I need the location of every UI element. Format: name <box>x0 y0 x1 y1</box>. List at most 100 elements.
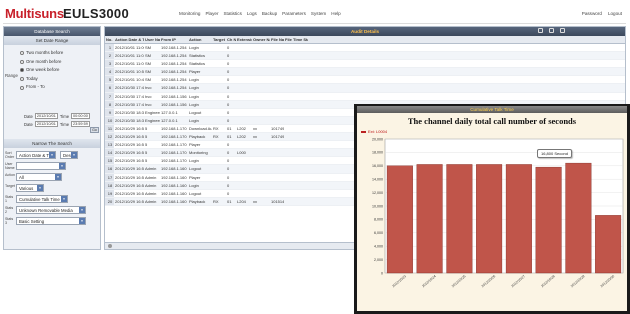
table-cell: 0 <box>227 109 230 115</box>
table-cell <box>236 117 252 124</box>
to-date-input[interactable]: 2012/10/01 <box>34 121 58 127</box>
radio-button[interactable] <box>20 85 24 90</box>
table-cell <box>284 101 308 108</box>
column-header[interactable]: User Name <box>144 36 160 43</box>
table-cell <box>212 141 226 148</box>
filter-list: Sort Order Action Date & Time ▾ Desc ▾ User N… <box>4 148 100 228</box>
filter-select[interactable]: All ▾ <box>16 173 62 181</box>
column-header[interactable]: Ch No. <box>226 36 236 43</box>
table-cell <box>252 76 270 83</box>
filter-select[interactable]: Cumulative Talk Time ▾ <box>16 195 68 203</box>
chevron-down-icon[interactable]: ▾ <box>59 163 65 169</box>
chevron-down-icon[interactable]: ▾ <box>55 174 61 180</box>
range-option[interactable]: Today <box>20 75 63 84</box>
nav-item-statistics[interactable]: Statistics <box>223 11 241 16</box>
table-cell: Player <box>189 69 201 75</box>
chevron-down-icon[interactable]: ▾ <box>79 218 85 224</box>
nav-item-system[interactable]: System <box>311 11 326 16</box>
chart-title: The channel daily total call number of s… <box>407 116 577 126</box>
chevron-down-icon[interactable]: ▾ <box>71 152 77 158</box>
x-tick-label: 2012/10/26 <box>481 274 497 288</box>
y-tick-label: 0 <box>381 271 383 275</box>
sort-direction-select[interactable]: Desc ▾ <box>60 151 78 159</box>
range-option[interactable]: One month before <box>20 58 63 67</box>
from-date-input[interactable]: 2012/10/01 <box>34 113 58 119</box>
nav-item-parameters[interactable]: Parameters <box>282 11 306 16</box>
scroll-handle[interactable] <box>108 244 112 248</box>
table-cell: 192.168.1.170 <box>161 134 187 140</box>
table-cell: Login <box>189 182 199 188</box>
x-tick-label: 2012/10/25 <box>451 274 467 288</box>
filter-select[interactable]: Action Date & Time ▾ <box>16 151 56 159</box>
table-cell <box>212 84 226 91</box>
print-icon[interactable] <box>560 28 565 33</box>
table-cell <box>252 165 270 172</box>
chevron-down-icon[interactable]: ▾ <box>79 207 85 213</box>
table-cell <box>236 157 252 164</box>
column-header[interactable]: Owner Name <box>252 36 270 43</box>
table-cell: RX <box>213 125 219 131</box>
table-cell: 2012/10/01 10:58:38 <box>115 69 144 75</box>
table-cell <box>270 109 284 116</box>
table-cell: RX <box>213 134 219 140</box>
table-cell: 10 <box>105 116 114 124</box>
range-option[interactable]: Two months before <box>20 49 63 58</box>
column-header[interactable]: Action Date & Time <box>114 36 144 43</box>
table-cell <box>236 60 252 67</box>
x-tick-label: 2012/10/29 <box>570 274 586 288</box>
table-cell: L202 <box>237 125 246 131</box>
table-row[interactable]: 12012/10/01 11:00:36SM 192.168.1.254Login… <box>105 44 625 53</box>
range-option[interactable]: From - To <box>20 83 63 92</box>
filter-select[interactable]: Various ▾ <box>16 184 44 192</box>
radio-button[interactable] <box>20 59 24 64</box>
go-button[interactable]: Go <box>90 127 99 133</box>
column-header[interactable]: Target <box>212 36 226 43</box>
logout-link[interactable]: Logout <box>608 11 622 16</box>
table-row[interactable]: 62012/10/30 17:43:56hvo 192.168.1.254Logi… <box>105 84 625 93</box>
table-cell: 2012/10/30 18:34:26 <box>115 109 144 115</box>
table-cell: 14 <box>105 149 114 157</box>
range-option[interactable]: One week before <box>20 66 63 75</box>
chevron-down-icon[interactable]: ▾ <box>61 196 67 202</box>
table-row[interactable]: 32012/10/01 11:05:34SM 192.168.1.254Stati… <box>105 60 625 69</box>
table-row[interactable]: 72012/10/30 17:43:36hvo 192.168.1.156Logi… <box>105 92 625 101</box>
from-time-input[interactable]: 00:00:00 <box>71 113 90 119</box>
column-header[interactable]: From IP <box>160 36 188 43</box>
export-icon[interactable] <box>549 28 554 33</box>
column-header[interactable]: File Name <box>270 36 284 43</box>
chevron-down-icon[interactable]: ▾ <box>49 152 55 158</box>
database-search-panel: Database Search Set Date Range Range Two… <box>3 26 101 250</box>
filter-select[interactable]: ▾ <box>16 162 66 170</box>
table-row[interactable]: 22012/10/01 11:02:36SM 192.168.1.254Stati… <box>105 52 625 61</box>
nav-item-monitoring[interactable]: Monitoring <box>179 11 200 16</box>
radio-button[interactable] <box>20 51 24 56</box>
filter-select[interactable]: Unknown Removable Media ▾ <box>16 206 86 214</box>
table-cell <box>270 44 284 51</box>
table-cell: 01 <box>227 198 232 204</box>
table-cell <box>270 190 284 197</box>
radio-button[interactable] <box>20 68 24 73</box>
table-cell: 2012/10/30 18:34:36 <box>115 117 144 123</box>
table-cell <box>236 190 252 197</box>
column-header[interactable]: File Time Stamp <box>284 36 308 43</box>
nav-item-backup[interactable]: Backup <box>262 11 277 16</box>
nav-item-help[interactable]: Help <box>331 11 340 16</box>
table-cell: Statistics <box>189 53 206 59</box>
password-link[interactable]: Password <box>582 11 602 16</box>
chart-area: 20,000 18,000 16,000 14,000 12,000 10,000 8,00… <box>357 113 627 311</box>
column-header[interactable]: No. <box>105 36 114 43</box>
filter-select[interactable]: Basic Setting ▾ <box>16 217 86 225</box>
table-row[interactable]: 42012/10/01 10:58:38SM 192.168.1.254Playe… <box>105 68 625 77</box>
table-cell: Admin <box>145 198 157 204</box>
refresh-icon[interactable] <box>538 28 543 33</box>
chevron-down-icon[interactable]: ▾ <box>37 185 43 191</box>
table-cell: hvo <box>145 85 152 91</box>
column-header[interactable]: Extension <box>236 36 252 43</box>
column-header[interactable]: Action <box>188 36 212 43</box>
nav-item-player[interactable]: Player <box>205 11 218 16</box>
table-row[interactable]: 52012/10/01 10:46:47SM 192.168.1.254Login… <box>105 76 625 85</box>
radio-button[interactable] <box>20 77 24 82</box>
to-time-input[interactable]: 23:59:59 <box>71 121 90 127</box>
nav-item-logs[interactable]: Logs <box>247 11 257 16</box>
table-cell: 2012/10/29 16:56:07 <box>115 134 144 140</box>
